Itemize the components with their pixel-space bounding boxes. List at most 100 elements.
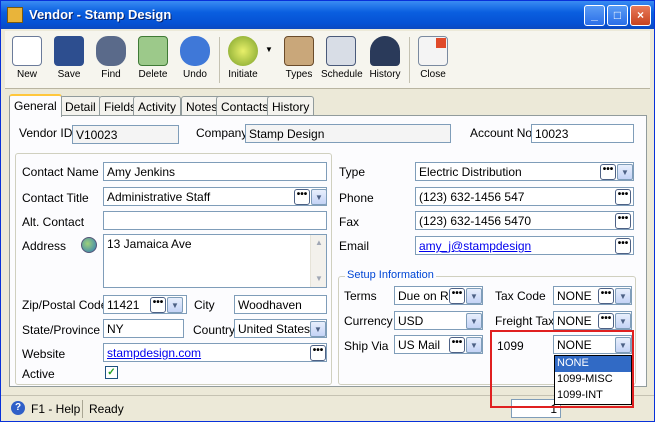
tax-code-lookup-button[interactable]: ••• bbox=[598, 288, 614, 304]
address-label: Address bbox=[22, 239, 67, 253]
status-divider bbox=[82, 400, 83, 418]
terms-lookup-button[interactable]: ••• bbox=[449, 288, 465, 304]
website-field[interactable]: stampdesign.com bbox=[103, 343, 327, 362]
alt-contact-field[interactable] bbox=[103, 211, 327, 230]
history-icon bbox=[370, 36, 400, 66]
contact-title-dropdown[interactable]: ▼ bbox=[311, 189, 327, 205]
tax-code-dropdown[interactable]: ▼ bbox=[615, 288, 631, 304]
title-bar[interactable]: Vendor - Stamp Design _ □ × bbox=[1, 1, 654, 29]
zip-dropdown[interactable]: ▼ bbox=[167, 297, 183, 313]
schedule-icon bbox=[326, 36, 356, 66]
close-button[interactable]: Close bbox=[413, 33, 453, 87]
tab-activity[interactable]: Activity bbox=[133, 96, 182, 116]
toolbar-separator bbox=[409, 37, 410, 83]
email-label: Email bbox=[339, 239, 370, 253]
scroll-up-icon[interactable]: ▲ bbox=[312, 236, 326, 250]
zip-label: Zip/Postal Code bbox=[22, 298, 108, 312]
delete-label: Delete bbox=[138, 69, 168, 80]
find-label: Find bbox=[101, 69, 121, 80]
undo-button[interactable]: Undo bbox=[175, 33, 215, 87]
highlight-annotation bbox=[490, 330, 634, 408]
tab-detail[interactable]: Detail bbox=[60, 96, 101, 116]
vendor-id-field[interactable]: V10023 bbox=[72, 125, 179, 144]
website-label: Website bbox=[22, 347, 66, 361]
contact-name-field[interactable]: Amy Jenkins bbox=[103, 162, 327, 181]
freight-tax-dropdown[interactable]: ▼ bbox=[615, 313, 631, 329]
state-label: State/Province bbox=[22, 323, 101, 337]
save-button[interactable]: Save bbox=[49, 33, 89, 87]
type-dropdown[interactable]: ▼ bbox=[617, 164, 633, 180]
active-checkbox[interactable]: ✓ bbox=[105, 366, 118, 379]
delete-button[interactable]: Delete bbox=[133, 33, 173, 87]
save-label: Save bbox=[57, 69, 81, 80]
help-text[interactable]: F1 - Help bbox=[31, 402, 80, 416]
state-field[interactable]: NY bbox=[103, 319, 184, 338]
window-title: Vendor - Stamp Design bbox=[29, 7, 172, 22]
phone-field[interactable]: (123) 632-1456 547 bbox=[415, 187, 634, 206]
status-text: Ready bbox=[89, 402, 124, 416]
undo-icon bbox=[180, 36, 210, 66]
new-button[interactable]: New bbox=[7, 33, 47, 87]
address-value: 13 Jamaica Ave bbox=[107, 237, 192, 251]
phone-label: Phone bbox=[339, 191, 374, 205]
ship-via-dropdown[interactable]: ▼ bbox=[466, 337, 482, 353]
zip-lookup-button[interactable]: ••• bbox=[150, 297, 166, 313]
find-button[interactable]: Find bbox=[91, 33, 131, 87]
maximize-button[interactable]: □ bbox=[607, 5, 628, 26]
app-icon bbox=[7, 7, 23, 23]
minimize-button[interactable]: _ bbox=[584, 5, 605, 26]
history-button[interactable]: History bbox=[365, 33, 405, 87]
close-icon bbox=[418, 36, 448, 66]
website-lookup-button[interactable]: ••• bbox=[310, 345, 326, 361]
freight-tax-label: Freight Tax bbox=[495, 314, 555, 328]
scroll-down-icon[interactable]: ▼ bbox=[312, 272, 326, 286]
initiate-icon bbox=[228, 36, 258, 66]
account-no-field[interactable]: 10023 bbox=[531, 124, 634, 143]
tab-contacts[interactable]: Contacts bbox=[216, 96, 274, 116]
close-label: Close bbox=[420, 69, 446, 80]
undo-label: Undo bbox=[183, 69, 207, 80]
company-field[interactable]: Stamp Design bbox=[245, 124, 451, 143]
tax-code-label: Tax Code bbox=[495, 289, 546, 303]
vendor-id-label: Vendor ID bbox=[19, 126, 73, 140]
currency-label: Currency bbox=[344, 314, 393, 328]
fax-field[interactable]: (123) 632-1456 5470 bbox=[415, 211, 634, 230]
terms-dropdown[interactable]: ▼ bbox=[466, 288, 482, 304]
currency-dropdown[interactable]: ▼ bbox=[466, 313, 482, 329]
phone-lookup-button[interactable]: ••• bbox=[615, 189, 631, 205]
toolbar: New Save Find Delete Undo Initiate ▼ Typ… bbox=[5, 31, 650, 89]
vendor-window: Vendor - Stamp Design _ □ × New Save Fin… bbox=[0, 0, 655, 422]
delete-icon bbox=[138, 36, 168, 66]
schedule-button[interactable]: Schedule bbox=[321, 33, 363, 87]
contact-title-lookup-button[interactable]: ••• bbox=[294, 189, 310, 205]
close-window-button[interactable]: × bbox=[630, 5, 651, 26]
type-lookup-button[interactable]: ••• bbox=[600, 164, 616, 180]
types-button[interactable]: Types bbox=[279, 33, 319, 87]
city-field[interactable]: Woodhaven bbox=[234, 295, 327, 314]
country-label: Country bbox=[193, 323, 236, 337]
address-scrollbar[interactable]: ▲ ▼ bbox=[310, 235, 326, 287]
ship-via-lookup-button[interactable]: ••• bbox=[449, 337, 465, 353]
initiate-dropdown-icon[interactable]: ▼ bbox=[265, 45, 273, 54]
terms-label: Terms bbox=[344, 289, 377, 303]
new-label: New bbox=[16, 69, 37, 80]
types-icon bbox=[284, 36, 314, 66]
history-label: History bbox=[369, 69, 401, 80]
fax-lookup-button[interactable]: ••• bbox=[615, 213, 631, 229]
email-lookup-button[interactable]: ••• bbox=[615, 238, 631, 254]
company-label: Company bbox=[196, 126, 248, 140]
globe-icon[interactable] bbox=[81, 237, 97, 253]
active-label: Active bbox=[22, 367, 55, 381]
country-dropdown[interactable]: ▼ bbox=[310, 321, 326, 337]
initiate-button[interactable]: Initiate bbox=[223, 33, 263, 87]
email-field[interactable]: amy_j@stampdesign bbox=[415, 236, 634, 255]
address-field[interactable]: 13 Jamaica Ave ▲ ▼ bbox=[103, 234, 327, 288]
account-no-label: Account No bbox=[470, 126, 533, 140]
alt-contact-label: Alt. Contact bbox=[22, 215, 85, 229]
setup-information-title: Setup Information bbox=[345, 269, 436, 281]
tab-general[interactable]: General bbox=[9, 94, 62, 117]
tab-history[interactable]: History bbox=[267, 96, 315, 116]
help-icon: ? bbox=[11, 401, 25, 415]
freight-tax-lookup-button[interactable]: ••• bbox=[598, 313, 614, 329]
toolbar-separator bbox=[219, 37, 220, 83]
